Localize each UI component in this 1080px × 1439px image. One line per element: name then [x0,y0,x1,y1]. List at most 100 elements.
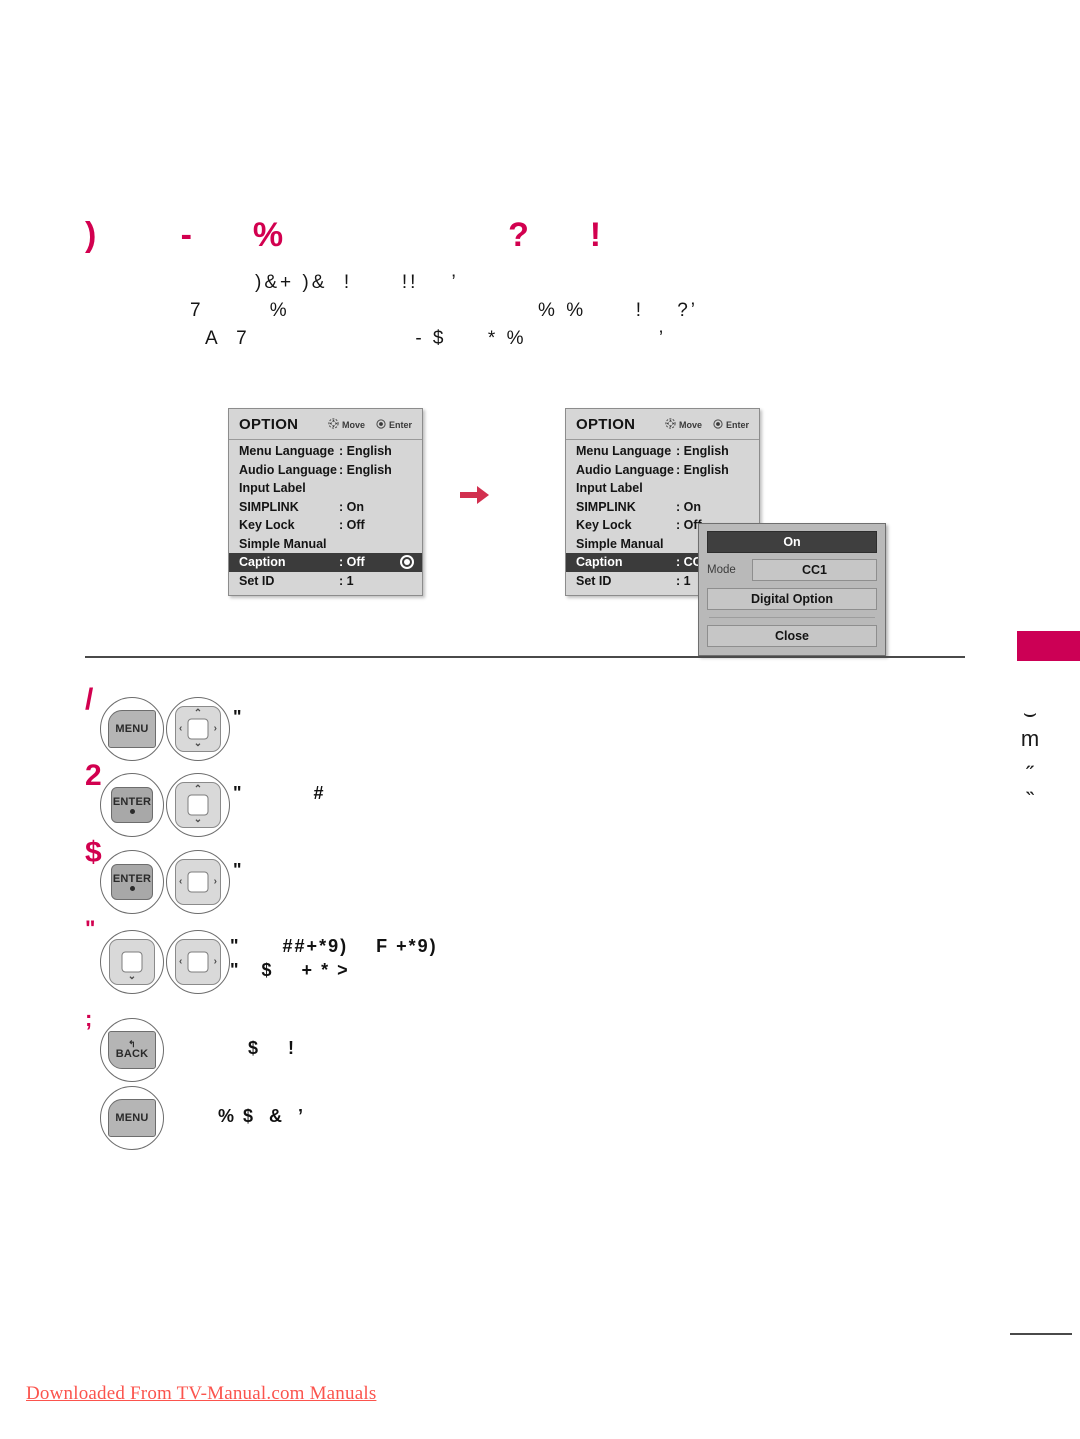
hint-enter: Enter [376,418,412,431]
menu-key[interactable]: MENU [100,1086,164,1150]
osd-row-label: Menu Language [239,444,335,459]
step-5-number: ; [85,1006,93,1031]
dpad-down-arrow-icon: ⌄ [193,814,203,825]
osd-row-label: Set ID [576,573,612,588]
osd-row-label: Caption [576,555,623,570]
enter-dot-icon [713,418,723,431]
hint-enter-label: Enter [388,419,412,430]
step-3-text: " [233,860,244,880]
dpad-key-all[interactable]: ⌃ ⌄ ‹ › [166,697,230,761]
osd-row[interactable]: SIMPLINK: On [229,498,422,517]
dpad-up-arrow-icon: ⌃ [193,784,203,795]
step-5-text-line-2: % $ & ’ [218,1106,306,1126]
step-4-text-line-2: " $ + * > [230,960,350,980]
section-divider [85,656,965,658]
osd-row[interactable]: Set ID: 1 [229,572,422,591]
osd-row-value: : Off [339,555,365,570]
osd-header: OPTION Move Enter [566,409,759,440]
caption-mode-label: Mode [707,564,736,576]
osd-row[interactable]: Audio Language: English [229,461,422,480]
caption-mode-value[interactable]: CC1 [752,559,877,581]
digital-option-button[interactable]: Digital Option [707,588,877,610]
enter-dot-icon [129,886,135,891]
osd-row-label: Key Lock [576,518,632,533]
enter-key[interactable]: ENTER [100,773,164,837]
osd-row-value: : English [676,462,729,477]
dpad-left-arrow-icon: ‹ [179,723,183,734]
dpad-key-leftright[interactable]: ‹ › [166,930,230,994]
dpad-right-arrow-icon: › [213,723,217,734]
step-1-text: " [233,707,244,727]
dpad-down-arrow-icon: ⌄ [127,971,137,982]
osd-row-label: Set ID [239,573,275,588]
step-4-keys: ⌄ ‹ › [100,930,230,994]
step-3-keys: ENTER ‹ › [100,850,230,914]
osd-row-label: Audio Language [239,462,337,477]
osd-title: OPTION [239,416,299,433]
hint-move: Move [665,418,702,431]
dpad-left-arrow-icon: ‹ [179,876,183,887]
dpad-left-arrow-icon: ‹ [179,956,183,967]
step-2: 2 ENTER ⌃ ⌄ " # [85,761,505,841]
intro-paragraph-line-1: )&+ )& ! !! ’ [255,272,459,293]
step-4-text-line-1: " ##+*9) F +*9) [230,936,438,956]
dpad-icon: ‹ › [175,939,221,985]
osd-row[interactable]: Menu Language : English [566,442,759,461]
menu-button-label: MENU [108,1099,156,1137]
osd-row-value: : English [339,444,392,459]
caption-mode-row: Mode CC1 [707,559,877,581]
margin-tab [1017,631,1080,661]
menu-key[interactable]: MENU [100,697,164,761]
page-title: ) - % ? ! [85,216,616,254]
osd-row-value: : English [676,444,729,459]
osd-row-list: Menu Language: English Audio Language: En… [229,440,422,595]
osd-row-label: Key Lock [239,518,295,533]
dpad-center [187,951,209,973]
osd-row[interactable]: Menu Language : English [229,442,422,461]
menu-button-label: MENU [108,710,156,748]
osd-row-label: Menu Language [576,444,672,459]
enter-key[interactable]: ENTER [100,850,164,914]
step-1: / MENU ⌃ ⌄ ‹ › " [85,685,505,765]
osd-row[interactable]: Input Label [566,479,759,498]
osd-row-label: Input Label [239,481,306,496]
intro-paragraph-line-3: A 7 - $ * % ’ [205,328,667,349]
osd-row-label: Audio Language [576,462,674,477]
back-button: ↰ BACK [108,1031,156,1069]
hint-move: Move [328,418,365,431]
step-5: ; ↰ BACK $ ! MENU % $ & ’ [85,1008,545,1158]
footer-download-link[interactable]: Downloaded From TV-Manual.com Manuals [26,1383,376,1405]
close-button[interactable]: Close [707,625,877,647]
step-5-back-key: ↰ BACK [100,1018,164,1082]
dpad-move-icon [665,418,676,431]
enter-button-label: ENTER [112,796,152,808]
osd-row[interactable]: SIMPLINK: On [566,498,759,517]
osd-row[interactable]: Simple Manual [229,535,422,554]
osd-row[interactable]: Caption: Off [229,553,422,572]
osd-row-label: Input Label [576,481,643,496]
back-key[interactable]: ↰ BACK [100,1018,164,1082]
enter-dot-icon [129,809,135,814]
osd-header: OPTION Move Enter [229,409,422,440]
enter-button-label: ENTER [112,873,152,885]
step-1-number: / [85,683,94,716]
osd-row-value: : On [339,499,364,514]
dpad-key-leftright[interactable]: ‹ › [166,850,230,914]
caption-on-button[interactable]: On [707,531,877,553]
osd-row[interactable]: Audio Language: English [566,461,759,480]
dpad-key-down[interactable]: ⌄ [100,930,164,994]
step-1-keys: MENU ⌃ ⌄ ‹ › [100,697,230,761]
dpad-center [187,794,209,816]
dpad-center [187,871,209,893]
osd-row-value: : English [339,462,392,477]
dpad-center [121,951,143,973]
hint-enter: Enter [713,418,749,431]
enter-button: ENTER [111,787,153,823]
osd-row[interactable]: Key Lock: Off [229,516,422,535]
back-button-label: BACK [115,1047,149,1060]
dpad-move-icon [328,418,339,431]
osd-row[interactable]: Input Label [229,479,422,498]
dpad-key-updown[interactable]: ⌃ ⌄ [166,773,230,837]
bottom-rule [1010,1333,1072,1335]
